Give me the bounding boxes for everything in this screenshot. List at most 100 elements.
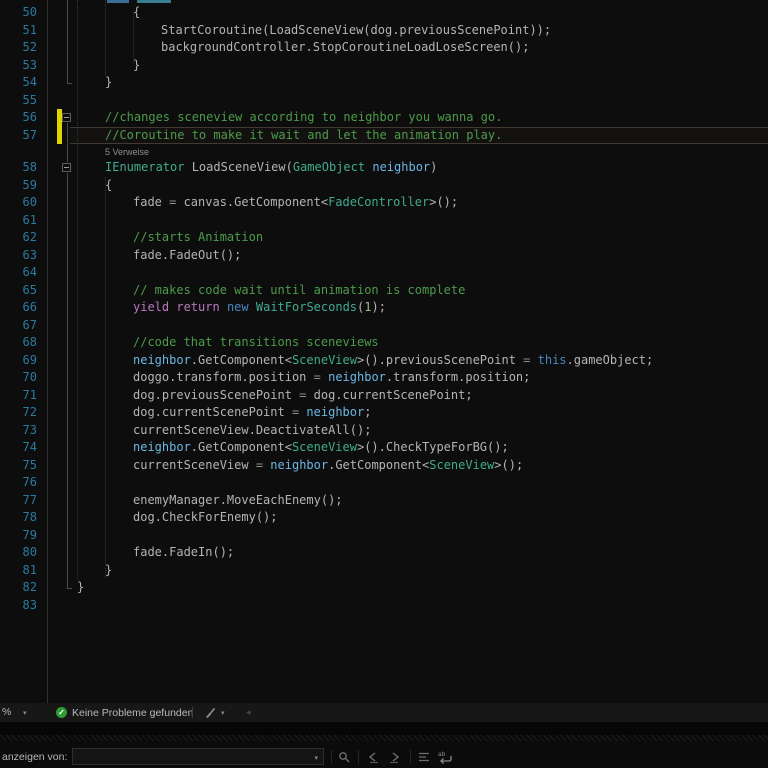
code-line-81[interactable]: 81} — [0, 562, 768, 580]
fold-collapse-icon[interactable] — [62, 163, 71, 172]
codelens-references[interactable]: 5 Verweise — [0, 144, 768, 159]
line-number: 78 — [22, 510, 37, 524]
code-line-69[interactable]: 69 neighbor.GetComponent<SceneView>().pre… — [0, 352, 768, 370]
code-line-62[interactable]: 62//starts Animation — [0, 229, 768, 247]
code-line-55[interactable]: 55 — [0, 92, 768, 110]
line-number: 52 — [22, 40, 37, 54]
indent-guide — [105, 0, 106, 75]
clear-all-icon[interactable] — [417, 750, 433, 766]
code-line-78[interactable]: 78 dog.CheckForEnemy(); — [0, 509, 768, 527]
previous-message-icon[interactable] — [366, 750, 382, 766]
code-line-82[interactable]: 82} — [0, 579, 768, 597]
line-number: 62 — [22, 230, 37, 244]
line-number: 64 — [22, 265, 37, 279]
line-number: 81 — [22, 562, 37, 577]
output-window-toolbar: anzeigen von: ▾ ab — [0, 741, 768, 768]
code-line-71[interactable]: 71 dog.previousScenePoint = dog.currentSc… — [0, 387, 768, 405]
line-number: 54 — [22, 75, 37, 89]
code-line-52[interactable]: 52 backgroundController.StopCoroutineLoad… — [0, 39, 768, 57]
code-line-60[interactable]: 60 fade = canvas.GetComponent<FadeControl… — [0, 194, 768, 212]
editor-status-bar: % ▾ ✓ Keine Probleme gefunden ▾ ◂ — [0, 703, 768, 722]
divider — [331, 750, 332, 764]
line-number: 75 — [22, 457, 37, 472]
code-line-83[interactable]: 83 — [0, 597, 768, 615]
divider — [358, 750, 359, 764]
clipped-line-49 — [137, 0, 171, 3]
line-number: 69 — [22, 352, 37, 367]
line-number: 63 — [22, 247, 37, 262]
divider — [192, 707, 193, 718]
fold-scope-line — [67, 173, 68, 588]
code-line-75[interactable]: 75 currentSceneView = neighbor.GetCompone… — [0, 457, 768, 475]
change-tracking-bar — [57, 126, 62, 144]
code-cleanup-broom-icon[interactable] — [204, 706, 217, 719]
code-editor[interactable]: 50{51 StartCoroutine(LoadSceneView(dog.pr… — [0, 0, 768, 703]
line-number: 68 — [22, 335, 37, 349]
code-line-58[interactable]: 58 IEnumerator LoadSceneView(GameObject n… — [0, 159, 768, 177]
line-number: 74 — [22, 440, 37, 454]
code-line-65[interactable]: 65// makes code wait until animation is … — [0, 282, 768, 300]
code-line-77[interactable]: 77 enemyManager.MoveEachEnemy(); — [0, 492, 768, 510]
line-number: 51 — [22, 22, 37, 37]
find-message-icon[interactable] — [337, 750, 353, 766]
word-wrap-icon[interactable]: ab — [438, 750, 454, 766]
output-source-dropdown[interactable]: ▾ — [72, 748, 324, 765]
fold-scope-end — [67, 83, 72, 84]
code-line-72[interactable]: 72 dog.currentScenePoint = neighbor; — [0, 404, 768, 422]
line-number: 73 — [22, 422, 37, 437]
line-number: 65 — [22, 282, 37, 297]
fold-collapse-icon[interactable] — [62, 113, 71, 122]
code-line-61[interactable]: 61 — [0, 212, 768, 230]
line-number: 82 — [22, 580, 37, 594]
line-number: 59 — [22, 177, 37, 192]
code-line-67[interactable]: 67 — [0, 317, 768, 335]
visual-studio-editor-window: 50{51 StartCoroutine(LoadSceneView(dog.pr… — [0, 0, 768, 768]
code-line-54[interactable]: 54} — [0, 74, 768, 92]
line-number: 72 — [22, 405, 37, 419]
code-lines: 50{51 StartCoroutine(LoadSceneView(dog.pr… — [0, 0, 768, 614]
document-health-indicator[interactable]: ✓ Keine Probleme gefunden — [56, 705, 193, 720]
fold-scope-line — [67, 123, 68, 162]
line-number: 60 — [22, 195, 37, 209]
line-number: 80 — [22, 545, 37, 559]
show-output-from-label: anzeigen von: — [2, 751, 68, 763]
code-line-64[interactable]: 64 — [0, 264, 768, 282]
checkmark-circle-icon: ✓ — [56, 707, 67, 718]
line-number: 61 — [22, 212, 37, 227]
divider — [410, 750, 411, 764]
code-line-68[interactable]: 68//code that transitions sceneviews — [0, 334, 768, 352]
line-number: 67 — [22, 317, 37, 332]
code-line-74[interactable]: 74 neighbor.GetComponent<SceneView>().Che… — [0, 439, 768, 457]
chevron-down-icon[interactable]: ▾ — [23, 709, 27, 717]
code-line-59[interactable]: 59{ — [0, 177, 768, 195]
code-line-70[interactable]: 70 doggo.transform.position = neighbor.tr… — [0, 369, 768, 387]
next-message-icon[interactable] — [388, 750, 404, 766]
code-line-56[interactable]: 56//changes sceneview according to neigh… — [0, 109, 768, 127]
indent-guide — [77, 0, 78, 580]
line-number: 58 — [22, 160, 37, 174]
zoom-level-control[interactable]: % — [2, 706, 11, 718]
line-number: 77 — [22, 492, 37, 507]
line-number: 76 — [22, 475, 37, 489]
line-number: 71 — [22, 387, 37, 402]
line-number: 83 — [22, 597, 37, 612]
line-number: 66 — [22, 300, 37, 314]
code-line-53[interactable]: 53} — [0, 57, 768, 75]
code-line-80[interactable]: 80 fade.FadeIn(); — [0, 544, 768, 562]
code-line-51[interactable]: 51 StartCoroutine(LoadSceneView(dog.previ… — [0, 22, 768, 40]
code-line-50[interactable]: 50{ — [0, 4, 768, 22]
chevron-down-icon: ▾ — [314, 755, 318, 762]
code-line-79[interactable]: 79 — [0, 527, 768, 545]
code-line-76[interactable]: 76 — [0, 474, 768, 492]
fold-scope-line — [67, 0, 68, 83]
gutter-divider — [47, 0, 48, 703]
scrollbar-left-arrow-icon[interactable]: ◂ — [246, 707, 251, 718]
code-line-57[interactable]: 57//Coroutine to make it wait and let th… — [0, 126, 768, 144]
line-number: 55 — [22, 92, 37, 107]
code-line-73[interactable]: 73 currentSceneView.DeactivateAll(); — [0, 422, 768, 440]
fold-scope-end — [67, 588, 72, 589]
chevron-down-icon[interactable]: ▾ — [221, 709, 225, 717]
code-line-66[interactable]: 66 yield return new WaitForSeconds(1); — [0, 299, 768, 317]
line-number: 56 — [22, 110, 37, 124]
code-line-63[interactable]: 63 fade.FadeOut(); — [0, 247, 768, 265]
